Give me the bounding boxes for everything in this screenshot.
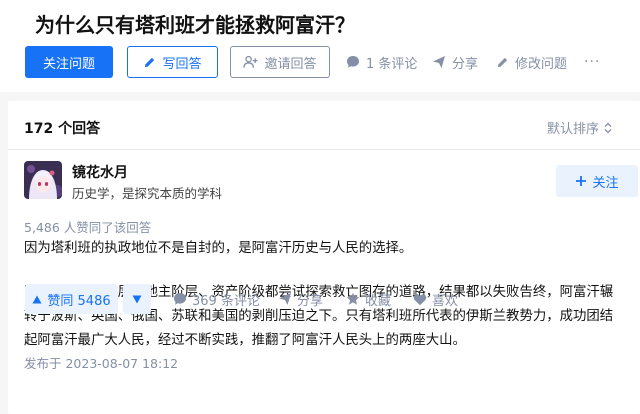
more-options-icon[interactable]: ··· [584,54,600,70]
edit-question-link[interactable]: 修改问题 [496,46,567,78]
share-icon [279,293,291,305]
upvote-button[interactable]: 赞同 5486 [25,284,118,314]
question-title[interactable]: 为什么只有塔利班才能拯救阿富汗？ [35,9,355,38]
author-bio: 历史学，是探究本质的学科 [72,186,223,201]
author-avatar[interactable] [24,161,62,199]
write-answer-label: 写回答 [162,56,202,72]
author-name[interactable]: 镜花水月 [72,162,128,182]
like-button[interactable]: 喜欢 [413,284,458,314]
collect-button[interactable]: 收藏 [346,284,391,314]
triangle-down-icon [132,295,142,303]
comment-icon [347,56,359,68]
answer-comments-button[interactable]: 369 条评论 [173,284,260,314]
question-comments-label: 1 条评论 [366,56,418,72]
publish-time[interactable]: 发布于 2023-08-07 18:12 [24,353,178,372]
question-comments-link[interactable]: 1 条评论 [346,46,417,78]
sort-arrows-icon [604,122,612,133]
upvote-label: 赞同 5486 [47,293,111,309]
plus-icon [576,176,587,186]
header-divider [8,149,640,150]
invite-answer-button[interactable]: 邀请回答 [230,46,330,78]
follow-author-label: 关注 [592,175,619,191]
follow-question-button[interactable]: 关注问题 [25,46,113,78]
sort-label: 默认排序 [547,122,600,137]
pencil-icon [497,57,508,67]
comment-icon [174,293,186,305]
like-label: 喜欢 [432,293,459,309]
follow-question-label: 关注问题 [42,56,95,72]
answer-paragraph: 因为塔利班的执政地位不是自封的，是阿富汗历史与人民的选择。 [24,241,413,256]
question-share-label: 分享 [452,56,479,72]
heart-icon [413,293,427,305]
question-share-link[interactable]: 分享 [432,46,478,78]
answer-list-card: 172 个回答 默认排序 镜花水月 历史学，是探究本质的学科 关注 5,486 … [8,101,640,414]
answer-comments-label: 369 条评论 [192,293,260,309]
question-header: 为什么只有塔利班才能拯救阿富汗？ 关注问题 写回答 邀请回答 1 条评论 分享 [0,0,640,92]
answer-share-button[interactable]: 分享 [278,284,323,314]
vote-summary: 5,486 人赞同了该回答 [24,220,152,235]
collect-label: 收藏 [365,293,392,309]
downvote-button[interactable] [123,284,151,314]
answer-count: 172 个回答 [24,121,101,137]
sort-selector[interactable]: 默认排序 [547,118,613,137]
follow-author-button[interactable]: 关注 [556,165,638,197]
star-icon [346,292,360,305]
edit-question-label: 修改问题 [515,56,568,72]
write-answer-button[interactable]: 写回答 [127,46,218,78]
add-user-icon [243,55,259,68]
pencil-icon [145,57,155,67]
invite-answer-label: 邀请回答 [264,56,317,72]
triangle-up-icon [32,295,42,303]
answer-share-label: 分享 [297,293,324,309]
share-icon [433,56,445,68]
